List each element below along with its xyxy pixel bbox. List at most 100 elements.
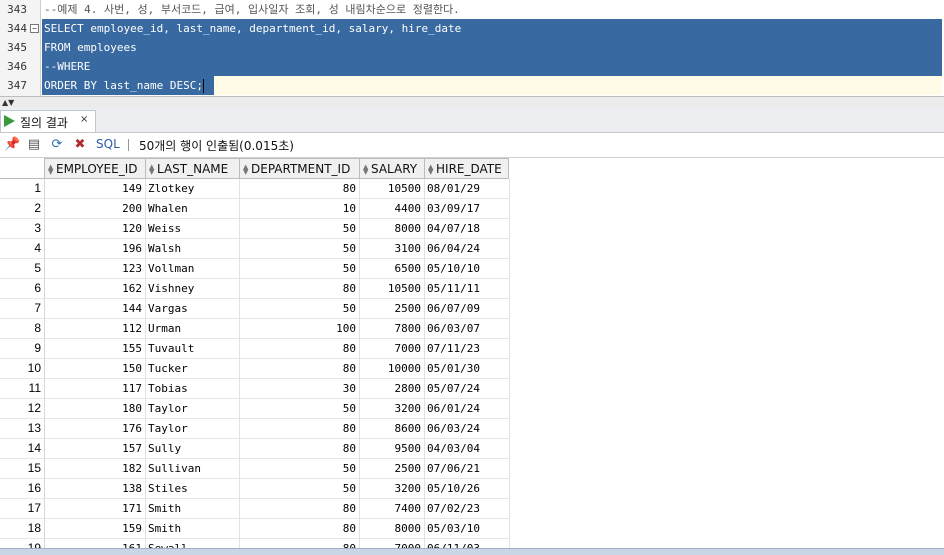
table-row[interactable]: 14 157 Sully 80 9500 04/03/04 (0, 439, 510, 459)
code-line[interactable]: 347 ORDER BY last_name DESC; (0, 76, 944, 95)
sort-icon[interactable]: ▲ ▼ (363, 163, 369, 175)
table-cell[interactable]: 80 (240, 419, 360, 439)
collapse-arrows-icon[interactable]: ▲▼ (2, 99, 14, 107)
table-cell[interactable]: 162 (45, 279, 146, 299)
pin-icon[interactable]: 📌 (4, 137, 20, 153)
code-line[interactable]: 344− SELECT employee_id, last_name, depar… (0, 19, 944, 38)
table-cell[interactable]: 80 (240, 339, 360, 359)
code-text[interactable]: --WHERE (44, 57, 90, 76)
table-row[interactable]: 5 123 Vollman 50 6500 05/10/10 (0, 259, 510, 279)
code-text[interactable]: ORDER BY last_name DESC; (44, 76, 204, 95)
table-cell[interactable]: 10500 (360, 179, 425, 199)
table-row[interactable]: 7 144 Vargas 50 2500 06/07/09 (0, 299, 510, 319)
table-cell[interactable]: 150 (45, 359, 146, 379)
table-cell[interactable]: 07/02/23 (425, 499, 510, 519)
table-cell[interactable]: 06/04/24 (425, 239, 510, 259)
table-cell[interactable]: 100 (240, 319, 360, 339)
code-text[interactable]: --예제 4. 사번, 성, 부서코드, 급여, 입사일자 조회, 성 내림차순… (44, 0, 460, 19)
refresh-icon[interactable]: ⟳ (49, 137, 65, 153)
table-cell[interactable]: 50 (240, 459, 360, 479)
table-cell[interactable]: 138 (45, 479, 146, 499)
table-cell[interactable]: 117 (45, 379, 146, 399)
table-cell[interactable]: Weiss (146, 219, 240, 239)
table-cell[interactable]: 123 (45, 259, 146, 279)
table-cell[interactable]: 144 (45, 299, 146, 319)
clear-icon[interactable]: ✖ (72, 137, 88, 153)
table-cell[interactable]: 50 (240, 219, 360, 239)
table-cell[interactable]: 06/01/24 (425, 399, 510, 419)
table-cell[interactable]: 06/07/09 (425, 299, 510, 319)
table-cell[interactable]: 9500 (360, 439, 425, 459)
table-row[interactable]: 11 117 Tobias 30 2800 05/07/24 (0, 379, 510, 399)
table-cell[interactable]: 2500 (360, 459, 425, 479)
table-cell[interactable]: 05/11/11 (425, 279, 510, 299)
table-cell[interactable]: Zlotkey (146, 179, 240, 199)
table-cell[interactable]: 80 (240, 179, 360, 199)
table-row[interactable]: 16 138 Stiles 50 3200 05/10/26 (0, 479, 510, 499)
table-cell[interactable]: 200 (45, 199, 146, 219)
table-cell[interactable]: Walsh (146, 239, 240, 259)
sql-editor[interactable]: 343 --예제 4. 사번, 성, 부서코드, 급여, 입사일자 조회, 성 내… (0, 0, 944, 96)
table-cell[interactable]: 159 (45, 519, 146, 539)
code-text[interactable]: FROM employees (44, 38, 137, 57)
fold-toggle-icon[interactable]: − (30, 24, 39, 33)
table-cell[interactable]: 10 (240, 199, 360, 219)
close-tab-icon[interactable]: × (80, 114, 88, 125)
column-header-hire-date[interactable]: ▲ ▼ HIRE_DATE (425, 158, 509, 179)
table-cell[interactable]: 8000 (360, 219, 425, 239)
table-row[interactable]: 9 155 Tuvault 80 7000 07/11/23 (0, 339, 510, 359)
table-cell[interactable]: Vollman (146, 259, 240, 279)
table-cell[interactable]: 80 (240, 439, 360, 459)
code-text[interactable]: SELECT employee_id, last_name, departmen… (44, 19, 461, 38)
sort-icon[interactable]: ▲ ▼ (149, 163, 155, 175)
table-cell[interactable]: Sullivan (146, 459, 240, 479)
table-cell[interactable]: 7800 (360, 319, 425, 339)
table-row[interactable]: 4 196 Walsh 50 3100 06/04/24 (0, 239, 510, 259)
table-cell[interactable]: 4400 (360, 199, 425, 219)
table-cell[interactable]: Smith (146, 519, 240, 539)
table-cell[interactable]: 171 (45, 499, 146, 519)
column-header-salary[interactable]: ▲ ▼ SALARY (360, 158, 425, 179)
table-cell[interactable]: Smith (146, 499, 240, 519)
table-cell[interactable]: 80 (240, 359, 360, 379)
sql-button[interactable]: SQL (96, 137, 120, 151)
table-cell[interactable]: 06/03/07 (425, 319, 510, 339)
table-cell[interactable]: 10000 (360, 359, 425, 379)
table-row[interactable]: 2 200 Whalen 10 4400 03/09/17 (0, 199, 510, 219)
table-cell[interactable]: 155 (45, 339, 146, 359)
table-row[interactable]: 3 120 Weiss 50 8000 04/07/18 (0, 219, 510, 239)
table-cell[interactable]: 3100 (360, 239, 425, 259)
table-cell[interactable]: 07/06/21 (425, 459, 510, 479)
table-row[interactable]: 15 182 Sullivan 50 2500 07/06/21 (0, 459, 510, 479)
table-row[interactable]: 6 162 Vishney 80 10500 05/11/11 (0, 279, 510, 299)
tab-query-result[interactable]: 질의 결과 × (0, 110, 96, 132)
table-row[interactable]: 1 149 Zlotkey 80 10500 08/01/29 (0, 179, 510, 199)
table-cell[interactable]: 05/03/10 (425, 519, 510, 539)
table-cell[interactable]: 80 (240, 519, 360, 539)
table-row[interactable]: 12 180 Taylor 50 3200 06/01/24 (0, 399, 510, 419)
table-cell[interactable]: 05/07/24 (425, 379, 510, 399)
table-cell[interactable]: 50 (240, 299, 360, 319)
table-cell[interactable]: 05/10/10 (425, 259, 510, 279)
table-row[interactable]: 8 112 Urman 100 7800 06/03/07 (0, 319, 510, 339)
table-cell[interactable]: 04/07/18 (425, 219, 510, 239)
table-cell[interactable]: 7000 (360, 339, 425, 359)
table-cell[interactable]: Urman (146, 319, 240, 339)
print-icon[interactable]: ▤ (26, 137, 42, 153)
results-grid[interactable]: ▲ ▼ EMPLOYEE_ID ▲ ▼ LAST_NAME ▲ ▼ DEPARTMENT_ID ▲… (0, 158, 944, 554)
table-cell[interactable]: 80 (240, 499, 360, 519)
table-cell[interactable]: 176 (45, 419, 146, 439)
table-row[interactable]: 13 176 Taylor 80 8600 06/03/24 (0, 419, 510, 439)
table-cell[interactable]: 50 (240, 239, 360, 259)
table-cell[interactable]: 05/01/30 (425, 359, 510, 379)
table-cell[interactable]: 10500 (360, 279, 425, 299)
sort-icon[interactable]: ▲ ▼ (243, 163, 249, 175)
code-line[interactable]: 345 FROM employees (0, 38, 944, 57)
column-header-department-id[interactable]: ▲ ▼ DEPARTMENT_ID (240, 158, 360, 179)
table-cell[interactable]: Tuvault (146, 339, 240, 359)
table-cell[interactable]: Whalen (146, 199, 240, 219)
table-cell[interactable]: 196 (45, 239, 146, 259)
table-cell[interactable]: 30 (240, 379, 360, 399)
table-cell[interactable]: 50 (240, 479, 360, 499)
table-row[interactable]: 17 171 Smith 80 7400 07/02/23 (0, 499, 510, 519)
